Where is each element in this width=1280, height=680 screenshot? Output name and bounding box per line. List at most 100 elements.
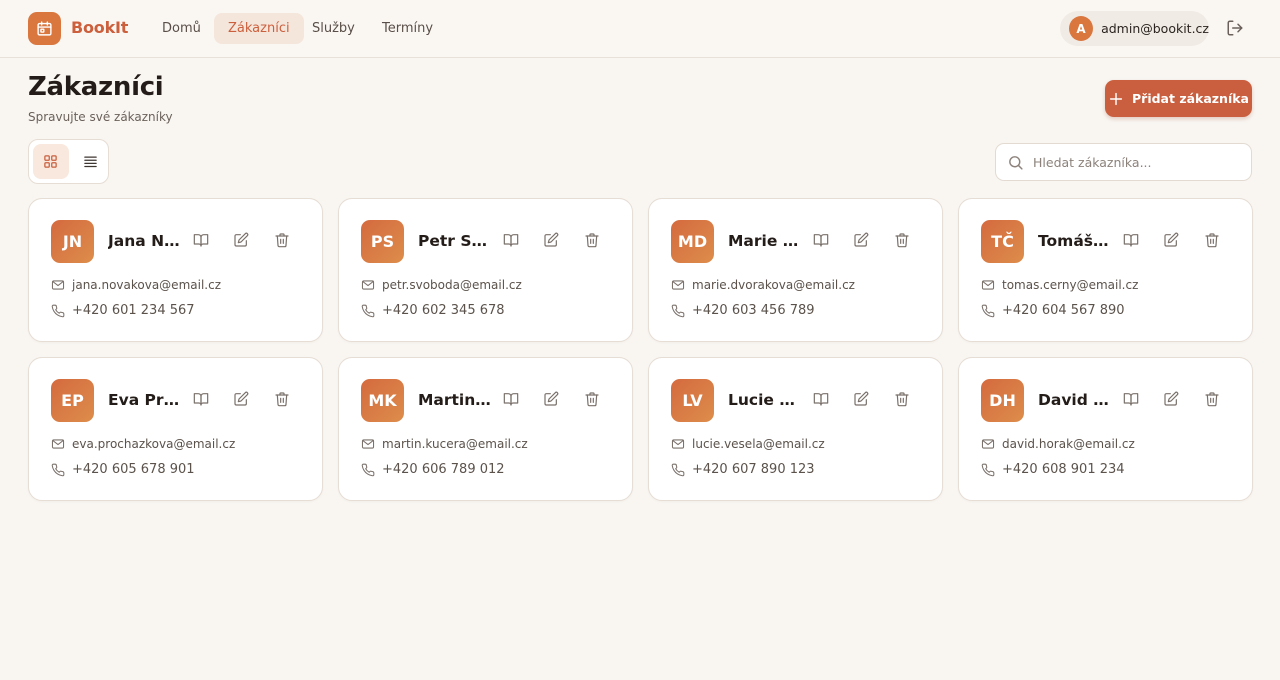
mail-icon bbox=[671, 437, 685, 451]
customer-email: eva.prochazkova@email.cz bbox=[72, 437, 236, 451]
book-icon[interactable] bbox=[1121, 230, 1141, 250]
customer-phone-row: +420 604 567 890 bbox=[981, 303, 1125, 318]
nav-item-appointments[interactable]: Termíny bbox=[368, 13, 447, 44]
trash-icon[interactable] bbox=[892, 389, 912, 409]
trash-icon[interactable] bbox=[582, 230, 602, 250]
book-icon[interactable] bbox=[811, 389, 831, 409]
search-input[interactable] bbox=[1033, 154, 1233, 170]
customer-name: Lucie Ve... bbox=[728, 391, 802, 409]
trash-icon[interactable] bbox=[582, 389, 602, 409]
customer-email: martin.kucera@email.cz bbox=[382, 437, 528, 451]
customer-email-row: eva.prochazkova@email.cz bbox=[51, 437, 235, 451]
book-icon[interactable] bbox=[501, 230, 521, 250]
edit-icon[interactable] bbox=[541, 230, 561, 250]
mail-icon bbox=[981, 278, 995, 292]
book-icon[interactable] bbox=[191, 389, 211, 409]
calendar-icon[interactable] bbox=[28, 12, 61, 45]
customer-name: Petr Sv... bbox=[418, 232, 492, 250]
edit-icon[interactable] bbox=[1161, 389, 1181, 409]
grid-icon bbox=[44, 155, 57, 168]
customer-name: Martin ... bbox=[418, 391, 492, 409]
customer-avatar: PS bbox=[361, 220, 404, 263]
edit-icon[interactable] bbox=[541, 389, 561, 409]
customer-phone: +420 606 789 012 bbox=[382, 462, 505, 477]
edit-icon[interactable] bbox=[231, 230, 251, 250]
trash-icon[interactable] bbox=[272, 230, 292, 250]
edit-icon[interactable] bbox=[1161, 230, 1181, 250]
customer-card[interactable]: EP Eva Pro... bbox=[28, 357, 323, 501]
logout-icon[interactable] bbox=[1226, 19, 1244, 37]
customer-card[interactable]: TČ Tomáš ... tomas.cerny@email.cz +420 6… bbox=[958, 198, 1253, 342]
add-customer-label: Přidat zákazníka bbox=[1132, 91, 1249, 106]
trash-icon[interactable] bbox=[892, 230, 912, 250]
mail-icon bbox=[361, 278, 375, 292]
customer-email-row: martin.kucera@email.cz bbox=[361, 437, 528, 451]
add-customer-button[interactable]: Přidat zákazníka bbox=[1105, 80, 1252, 117]
mail-icon bbox=[51, 437, 65, 451]
customer-phone: +420 605 678 901 bbox=[72, 462, 195, 477]
trash-icon[interactable] bbox=[272, 389, 292, 409]
customer-avatar: MK bbox=[361, 379, 404, 422]
phone-icon bbox=[981, 463, 995, 477]
list-view-button[interactable] bbox=[73, 144, 109, 179]
phone-icon bbox=[51, 463, 65, 477]
customer-name: Jana No... bbox=[108, 232, 182, 250]
customer-grid: JN Jana No... bbox=[28, 198, 1253, 501]
customer-card[interactable]: DH David H... bbox=[958, 357, 1253, 501]
nav-item-customers[interactable]: Zákazníci bbox=[214, 13, 304, 44]
trash-icon[interactable] bbox=[1202, 230, 1222, 250]
mail-icon bbox=[51, 278, 65, 292]
customer-email: petr.svoboda@email.cz bbox=[382, 278, 522, 292]
customer-email-row: tomas.cerny@email.cz bbox=[981, 278, 1138, 292]
customer-email: jana.novakova@email.cz bbox=[72, 278, 221, 292]
edit-icon[interactable] bbox=[851, 389, 871, 409]
search-icon bbox=[1009, 155, 1023, 170]
user-email: admin@bookit.cz bbox=[1101, 21, 1209, 36]
customer-phone-row: +420 601 234 567 bbox=[51, 303, 195, 318]
customer-email: david.horak@email.cz bbox=[1002, 437, 1135, 451]
edit-icon[interactable] bbox=[231, 389, 251, 409]
customer-name: Marie D... bbox=[728, 232, 802, 250]
top-navigation-bar: BookIt Domů Zákazníci Služby Termíny A a… bbox=[0, 0, 1280, 58]
customer-phone-row: +420 605 678 901 bbox=[51, 462, 195, 477]
phone-icon bbox=[671, 463, 685, 477]
nav-item-home[interactable]: Domů bbox=[148, 13, 215, 44]
phone-icon bbox=[981, 304, 995, 318]
mail-icon bbox=[981, 437, 995, 451]
grid-view-button[interactable] bbox=[33, 144, 69, 179]
phone-icon bbox=[51, 304, 65, 318]
customer-card[interactable]: MD Marie D... bbox=[648, 198, 943, 342]
trash-icon[interactable] bbox=[1202, 389, 1222, 409]
customer-phone: +420 608 901 234 bbox=[1002, 462, 1125, 477]
user-menu[interactable]: A admin@bookit.cz bbox=[1060, 11, 1209, 46]
customer-card[interactable]: PS Petr Sv... petr.svoboda@email.cz +420… bbox=[338, 198, 633, 342]
customer-card[interactable]: JN Jana No... bbox=[28, 198, 323, 342]
phone-icon bbox=[671, 304, 685, 318]
customer-card[interactable]: MK Martin ... martin.kucera@email.cz +42… bbox=[338, 357, 633, 501]
book-icon[interactable] bbox=[191, 230, 211, 250]
book-icon[interactable] bbox=[811, 230, 831, 250]
customer-avatar: MD bbox=[671, 220, 714, 263]
customer-card[interactable]: LV Lucie Ve... bbox=[648, 357, 943, 501]
customer-name: Eva Pro... bbox=[108, 391, 182, 409]
page-subtitle: Spravujte své zákazníky bbox=[28, 110, 173, 124]
customer-avatar: EP bbox=[51, 379, 94, 422]
customer-phone: +420 604 567 890 bbox=[1002, 303, 1125, 318]
customer-avatar: DH bbox=[981, 379, 1024, 422]
customer-phone-row: +420 602 345 678 bbox=[361, 303, 505, 318]
customer-name: David H... bbox=[1038, 391, 1112, 409]
list-icon bbox=[84, 156, 97, 168]
customer-phone: +420 607 890 123 bbox=[692, 462, 815, 477]
customer-avatar: TČ bbox=[981, 220, 1024, 263]
nav-item-services[interactable]: Služby bbox=[298, 13, 369, 44]
customer-phone: +420 602 345 678 bbox=[382, 303, 505, 318]
plus-icon bbox=[1109, 92, 1123, 105]
book-icon[interactable] bbox=[1121, 389, 1141, 409]
customer-phone-row: +420 606 789 012 bbox=[361, 462, 505, 477]
book-icon[interactable] bbox=[501, 389, 521, 409]
edit-icon[interactable] bbox=[851, 230, 871, 250]
customer-email: marie.dvorakova@email.cz bbox=[692, 278, 855, 292]
brand-name[interactable]: BookIt bbox=[71, 18, 128, 37]
customer-name: Tomáš ... bbox=[1038, 232, 1112, 250]
mail-icon bbox=[361, 437, 375, 451]
